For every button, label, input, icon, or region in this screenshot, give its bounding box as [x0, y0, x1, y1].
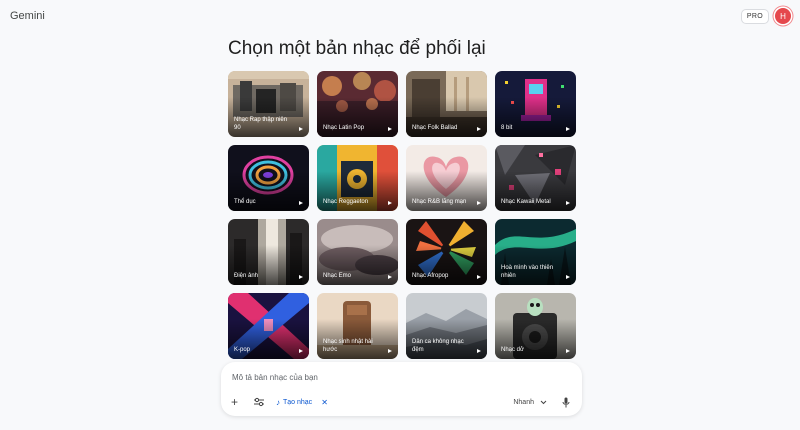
track-card[interactable]: Hoà mình vào thiên nhiên	[495, 219, 576, 285]
card-label: Nhạc Kawaii Metal	[501, 198, 551, 205]
play-icon[interactable]	[388, 349, 392, 353]
play-icon[interactable]	[566, 349, 570, 353]
play-icon[interactable]	[566, 127, 570, 131]
track-card[interactable]: 8 bit	[495, 71, 576, 137]
play-icon[interactable]	[477, 349, 481, 353]
model-selector[interactable]: Nhanh	[513, 396, 547, 408]
track-card[interactable]: Nhạc Latin Pop	[317, 71, 398, 137]
play-icon[interactable]	[477, 201, 481, 205]
card-label: Nhạc Afropop	[412, 272, 449, 279]
play-icon[interactable]	[299, 349, 303, 353]
track-card[interactable]: Điện ảnh	[228, 219, 309, 285]
play-icon[interactable]	[388, 201, 392, 205]
track-card[interactable]: Nhạc Reggaeton	[317, 145, 398, 211]
avatar[interactable]: H	[775, 8, 791, 24]
play-icon[interactable]	[388, 275, 392, 279]
create-music-chip[interactable]: ♪ Tạo nhạc ✕	[276, 396, 328, 408]
microphone-icon[interactable]	[562, 396, 572, 408]
card-label: Nhạc Emo	[323, 272, 352, 279]
play-icon[interactable]	[299, 275, 303, 279]
prompt-composer: Mô tả bản nhạc của bạn + ♪ Tạo nhạc ✕ Nh…	[221, 362, 582, 416]
play-icon[interactable]	[566, 201, 570, 205]
model-label: Nhanh	[513, 398, 534, 406]
card-label: Nhạc Rap thập niên 90	[234, 117, 288, 131]
play-icon[interactable]	[477, 275, 481, 279]
play-icon[interactable]	[299, 127, 303, 131]
track-card[interactable]: Nhạc sinh nhật hài hước	[317, 293, 398, 359]
card-label: Nhạc Latin Pop	[323, 124, 365, 131]
card-label: Điện ảnh	[234, 272, 259, 279]
music-note-icon: ♪	[276, 397, 280, 407]
card-label: Nhạc Folk Ballad	[412, 124, 458, 131]
track-card[interactable]: K-pop	[228, 293, 309, 359]
page-title: Chọn một bản nhạc để phối lại	[228, 38, 486, 59]
card-label: 8 bit	[501, 124, 513, 131]
card-label: Nhạc sinh nhật hài hước	[323, 339, 373, 353]
pro-badge[interactable]: PRO	[740, 8, 769, 24]
track-grid: Nhạc Rap thập niên 90 Nhạc Latin Pop Nhạ…	[228, 71, 576, 359]
close-icon[interactable]: ✕	[321, 398, 328, 407]
card-label: Dân ca không nhạc đệm	[412, 339, 464, 353]
track-card[interactable]: Nhạc Afropop	[406, 219, 487, 285]
track-card[interactable]: Nhạc Kawaii Metal	[495, 145, 576, 211]
plus-icon[interactable]: +	[231, 395, 238, 409]
card-label: Thể dục	[234, 198, 256, 205]
track-card[interactable]: Nhạc Folk Ballad	[406, 71, 487, 137]
chevron-down-icon	[540, 400, 547, 404]
play-icon[interactable]	[477, 127, 481, 131]
prompt-input[interactable]: Mô tả bản nhạc của bạn	[232, 373, 318, 382]
track-card[interactable]: Nhạc R&B lãng mạn	[406, 145, 487, 211]
play-icon[interactable]	[566, 275, 570, 279]
card-label: Nhạc dở	[501, 346, 524, 353]
app-logo[interactable]: Gemini	[10, 10, 45, 22]
tools-icon[interactable]	[253, 396, 265, 408]
track-card[interactable]: Thể dục	[228, 145, 309, 211]
track-card[interactable]: Dân ca không nhạc đệm	[406, 293, 487, 359]
track-card[interactable]: Nhạc Rap thập niên 90	[228, 71, 309, 137]
play-icon[interactable]	[299, 201, 303, 205]
header-actions: PRO H	[740, 8, 791, 24]
card-label: Hoà mình vào thiên nhiên	[501, 265, 554, 279]
track-card[interactable]: Nhạc dở	[495, 293, 576, 359]
play-icon[interactable]	[388, 127, 392, 131]
chip-label: Tạo nhạc	[283, 398, 313, 406]
card-label: Nhạc R&B lãng mạn	[412, 198, 467, 205]
card-label: K-pop	[234, 346, 251, 353]
track-card[interactable]: Nhạc Emo	[317, 219, 398, 285]
card-label: Nhạc Reggaeton	[323, 198, 369, 205]
